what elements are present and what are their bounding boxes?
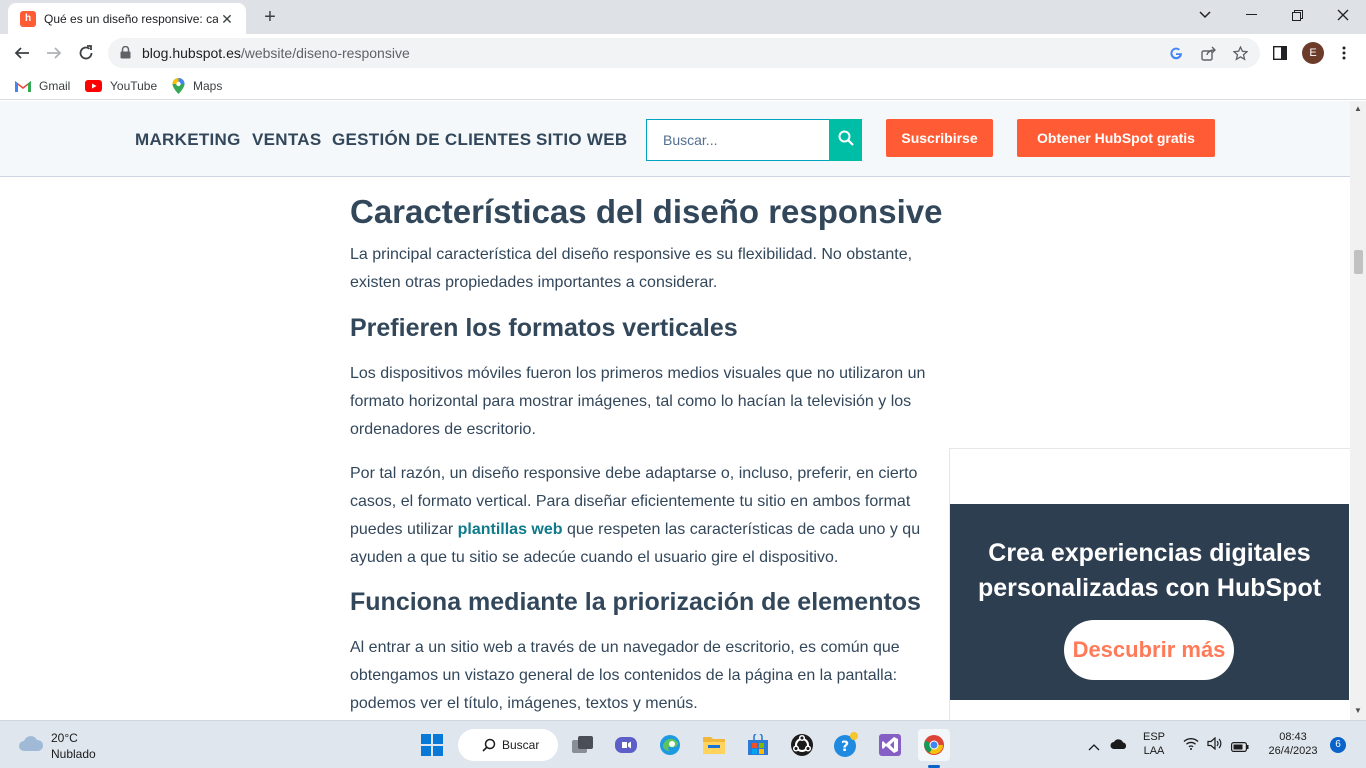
google-icon[interactable] (1167, 44, 1185, 62)
paragraph: La principal característica del diseño r… (350, 246, 913, 291)
browser-toolbar: blog.hubspot.es/website/diseno-responsiv… (0, 34, 1366, 72)
teams-chat-icon[interactable] (610, 729, 642, 761)
bookmark-label: Maps (193, 79, 223, 93)
lock-icon[interactable] (120, 45, 131, 64)
address-bar[interactable]: blog.hubspot.es/website/diseno-responsiv… (108, 38, 1260, 68)
bookmark-maps[interactable]: Maps (172, 77, 222, 95)
subsection-heading: Funciona mediante la priorización de ele… (350, 588, 921, 616)
wifi-icon[interactable] (1183, 737, 1199, 755)
paragraph: Al entrar a un sitio web a través de un … (350, 639, 900, 712)
battery-icon[interactable] (1231, 739, 1249, 757)
chevron-up-icon[interactable] (1088, 738, 1100, 756)
help-tips-icon[interactable]: ? (830, 729, 862, 761)
bookmark-label: YouTube (110, 79, 158, 93)
weather-description[interactable]: Nublado (51, 747, 96, 761)
cloud-weather-icon[interactable] (18, 734, 44, 757)
page-scrollbar[interactable]: ▲ ▼ (1350, 101, 1366, 720)
close-window-icon[interactable] (1320, 0, 1366, 30)
subscribe-button[interactable]: Suscribirse (886, 119, 993, 157)
section-heading: Características del diseño responsive (350, 193, 943, 230)
hubspot-favicon-icon: h (20, 10, 36, 27)
edge-browser-icon[interactable] (654, 729, 686, 761)
get-hubspot-free-button[interactable]: Obtener HubSpot gratis (1017, 119, 1215, 157)
tab-title: Qué es un diseño responsive: car (44, 11, 218, 26)
forward-icon[interactable] (40, 39, 68, 67)
side-panel-icon[interactable] (1270, 43, 1290, 63)
bookmark-star-icon[interactable] (1231, 44, 1249, 62)
restore-icon[interactable] (1274, 0, 1320, 30)
scroll-up-icon[interactable]: ▲ (1353, 104, 1363, 114)
svg-text:?: ? (841, 739, 849, 755)
volume-icon[interactable] (1207, 736, 1222, 755)
bookmark-youtube[interactable]: YouTube (85, 77, 157, 95)
close-tab-icon[interactable]: ✕ (218, 10, 236, 28)
task-view-icon[interactable] (567, 729, 599, 761)
site-search-button[interactable] (829, 119, 862, 161)
notification-badge[interactable]: 6 (1330, 737, 1346, 753)
browser-tab-active[interactable]: h Qué es un diseño responsive: car ✕ (8, 3, 246, 34)
ubuntu-wsl-icon[interactable] (786, 729, 818, 761)
nav-link-sitio-web[interactable]: SITIO WEB (536, 130, 627, 150)
microsoft-store-icon[interactable] (742, 729, 774, 761)
maps-icon (172, 78, 185, 94)
nav-link-gestion-clientes[interactable]: GESTIÓN DE CLIENTES (332, 130, 531, 150)
nav-link-marketing[interactable]: MARKETING (135, 130, 241, 150)
taskbar-search-label: Buscar (502, 738, 540, 752)
discover-more-button[interactable]: Descubrir más (1064, 620, 1234, 680)
weather-temperature[interactable]: 20°C (51, 731, 78, 745)
plantillas-web-link[interactable]: plantillas web (458, 521, 563, 538)
hubspot-cta-banner[interactable]: Crea experiencias digitales personalizad… (950, 504, 1349, 700)
scroll-thumb[interactable] (1354, 250, 1363, 274)
back-icon[interactable] (8, 39, 36, 67)
windows-taskbar: 20°C Nublado Buscar ? ESP LAA 08:43 26/4… (0, 720, 1366, 768)
nav-link-ventas[interactable]: VENTAS (252, 130, 322, 150)
paragraph: Por tal razón, un diseño responsive debe… (350, 465, 921, 566)
more-menu-icon[interactable] (1334, 43, 1354, 63)
bookmarks-bar: Gmail YouTube Maps (0, 72, 1366, 100)
gmail-icon (15, 80, 31, 92)
windows-start-icon[interactable] (416, 729, 448, 761)
article-body: Características del diseño responsive La… (350, 191, 950, 718)
paragraph: Los dispositivos móviles fueron los prim… (350, 365, 926, 438)
search-icon (838, 130, 854, 151)
scroll-down-icon[interactable]: ▼ (1353, 706, 1363, 716)
taskbar-search-button[interactable]: Buscar (458, 729, 558, 761)
site-search-box (646, 119, 830, 161)
input-language[interactable]: ESP LAA (1140, 731, 1168, 757)
subsection-heading: Prefieren los formatos verticales (350, 314, 738, 342)
share-icon[interactable] (1199, 44, 1217, 62)
bookmark-label: Gmail (39, 79, 71, 93)
bookmark-gmail[interactable]: Gmail (15, 77, 70, 95)
profile-avatar[interactable]: E (1302, 42, 1324, 64)
search-icon (482, 738, 496, 755)
onedrive-cloud-icon[interactable] (1110, 737, 1128, 755)
web-page: MARKETING VENTAS GESTIÓN DE CLIENTES SIT… (0, 101, 1350, 720)
new-tab-button[interactable]: + (258, 6, 282, 30)
url-text: blog.hubspot.es/website/diseno-responsiv… (142, 45, 410, 61)
site-search-input[interactable] (647, 120, 829, 160)
chrome-taskbar-icon[interactable] (918, 729, 950, 761)
site-navigation: MARKETING VENTAS GESTIÓN DE CLIENTES SIT… (0, 101, 1350, 177)
visual-studio-icon[interactable] (874, 729, 906, 761)
reload-icon[interactable] (72, 39, 100, 67)
minimize-icon[interactable] (1228, 0, 1274, 30)
cta-title: Crea experiencias digitales personalizad… (977, 539, 1322, 602)
file-explorer-icon[interactable] (698, 729, 730, 761)
tab-strip: h Qué es un diseño responsive: car ✕ + (0, 0, 1366, 34)
clock[interactable]: 08:43 26/4/2023 (1258, 731, 1328, 757)
tab-search-chevron-icon[interactable] (1182, 0, 1228, 30)
youtube-icon (85, 80, 102, 92)
